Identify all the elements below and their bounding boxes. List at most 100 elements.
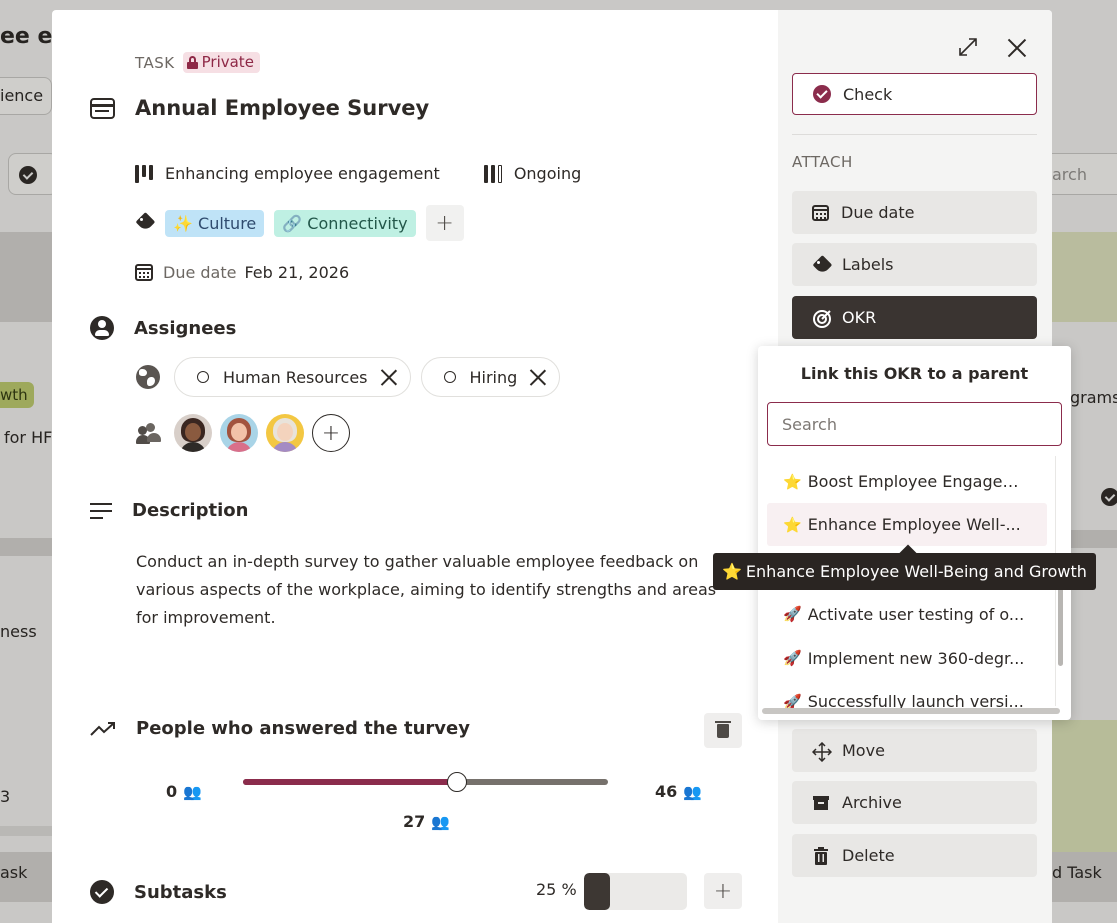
bg-text: ask: [0, 863, 28, 882]
okr-parent-dropdown: Link this OKR to a parent ⭐ Boost Employ…: [758, 346, 1071, 720]
okr-option[interactable]: 🚀 Activate user testing of o...: [767, 592, 1047, 636]
label-chip-connectivity[interactable]: 🔗 Connectivity: [274, 209, 416, 237]
archive-icon: [812, 794, 830, 812]
project-row: Enhancing employee engagement Ongoing: [135, 164, 581, 183]
project-name[interactable]: Enhancing employee engagement: [165, 164, 440, 183]
delete-metric-button[interactable]: [704, 713, 742, 748]
button-label: Labels: [842, 255, 894, 274]
button-label: Move: [842, 741, 885, 760]
avatar[interactable]: [174, 414, 212, 452]
attach-due-date-button[interactable]: Due date: [792, 191, 1037, 234]
check-label: Check: [843, 84, 893, 104]
okr-option[interactable]: ⭐ Boost Employee Engagem...: [767, 460, 1047, 503]
privacy-badge[interactable]: Private: [182, 52, 260, 73]
subtasks-heading: Subtasks: [134, 881, 227, 903]
move-arrows-icon: [811, 741, 833, 762]
bg-band: [0, 538, 52, 556]
tooltip-text: Enhance Employee Well-Being and Growth: [745, 562, 1087, 581]
subtasks-progress-fill: [584, 873, 610, 910]
bg-tag: wth: [0, 382, 34, 408]
delete-button[interactable]: Delete: [792, 834, 1037, 877]
metric-max: 46 👥: [655, 782, 702, 801]
metric-current-value: 27: [403, 812, 426, 831]
due-date-label: Due date: [163, 263, 237, 282]
star-icon: ⭐: [783, 472, 802, 491]
archive-button[interactable]: Archive: [792, 781, 1037, 824]
group-chip-human-resources[interactable]: Human Resources: [174, 357, 411, 397]
people-unit-icon: 👥: [431, 812, 450, 831]
close-icon[interactable]: [1006, 36, 1028, 58]
horizontal-scrollbar[interactable]: [762, 708, 1060, 714]
add-assignee-button[interactable]: +: [312, 414, 350, 452]
check-circle-icon: [90, 880, 114, 904]
metric-slider-track[interactable]: [243, 772, 608, 792]
okr-option-label: Boost Employee Engagem...: [807, 472, 1028, 491]
remove-group-icon[interactable]: [529, 368, 547, 386]
bg-pill-text: ience: [0, 86, 44, 105]
tag-icon: [812, 256, 830, 274]
bg-check-icon: [1101, 488, 1117, 506]
label-text: Culture: [198, 213, 257, 233]
target-icon: [812, 309, 831, 328]
button-label: Due date: [841, 203, 915, 222]
description-heading: Description: [132, 500, 249, 521]
globe-icon: [136, 365, 160, 389]
status-value[interactable]: Ongoing: [514, 164, 581, 183]
trash-icon: [812, 846, 830, 865]
group-chip-hiring[interactable]: Hiring: [420, 357, 561, 397]
assignees-heading: Assignees: [134, 317, 237, 339]
metric-current: 27 👥: [403, 812, 450, 831]
task-main: TASK Private Annual Employee Survey Enha…: [52, 10, 778, 923]
rocket-icon: 🚀: [783, 649, 802, 667]
group-name: Hiring: [469, 367, 518, 387]
text-lines-icon: [90, 502, 112, 519]
task-title[interactable]: Annual Employee Survey: [135, 96, 429, 120]
bg-band: [0, 826, 52, 836]
description-text[interactable]: Conduct an in-depth survey to gather val…: [136, 548, 736, 632]
okr-list: ⭐ Boost Employee Engagem... ⭐ Enhance Em…: [767, 460, 1047, 720]
metric-min-value: 0: [166, 782, 178, 801]
okr-option[interactable]: ⭐ Enhance Employee Well-...: [767, 503, 1047, 546]
metric-min: 0 👥: [166, 782, 202, 801]
metric-slider-fill: [243, 779, 458, 785]
status-icon: [483, 164, 504, 183]
attach-labels-button[interactable]: Labels: [792, 243, 1037, 286]
group-name: Human Resources: [223, 367, 368, 387]
bg-text: ness: [0, 622, 37, 641]
bg-band: [1052, 720, 1117, 860]
okr-option-label: Implement new 360-degr...: [807, 648, 1025, 668]
okr-option-label: Enhance Employee Well-...: [807, 515, 1021, 534]
divider: [792, 134, 1037, 135]
button-label: OKR: [842, 308, 877, 327]
trending-up-icon: [90, 721, 116, 737]
okr-option[interactable]: 🚀 Successfully launch versi...: [767, 680, 1047, 720]
due-date-value[interactable]: Feb 21, 2026: [244, 263, 349, 282]
avatar[interactable]: [220, 414, 258, 452]
user-circle-icon: [90, 316, 114, 340]
okr-option[interactable]: 🚀 Implement new 360-degr...: [767, 636, 1047, 680]
okr-popup-title: Link this OKR to a parent: [800, 364, 1029, 383]
trash-icon: [715, 720, 731, 738]
vertical-scrollbar[interactable]: [1058, 586, 1063, 666]
remove-group-icon[interactable]: [380, 368, 398, 386]
label-chip-culture[interactable]: ✨ Culture: [165, 209, 265, 237]
move-button[interactable]: Move: [792, 729, 1037, 772]
attach-okr-button[interactable]: OKR: [792, 296, 1037, 339]
metric-slider-thumb[interactable]: [447, 772, 468, 792]
people-unit-icon: 👥: [683, 782, 702, 801]
star-icon: ⭐: [722, 562, 742, 581]
okr-search-input[interactable]: [767, 402, 1062, 446]
add-label-button[interactable]: +: [425, 205, 464, 241]
expand-icon[interactable]: [957, 36, 979, 58]
description-header: Description: [90, 500, 248, 521]
check-button[interactable]: Check: [792, 73, 1037, 115]
lock-icon: [186, 55, 198, 69]
labels-row: ✨ Culture 🔗 Connectivity +: [135, 205, 464, 241]
button-label: Delete: [842, 846, 895, 865]
avatar[interactable]: [266, 414, 304, 452]
bg-band: [1052, 232, 1117, 322]
okr-tooltip: ⭐ Enhance Employee Well-Being and Growth: [713, 553, 1096, 590]
group-ring-icon: [443, 371, 456, 383]
label-text: Connectivity: [307, 213, 408, 233]
add-subtask-button[interactable]: +: [704, 873, 742, 909]
